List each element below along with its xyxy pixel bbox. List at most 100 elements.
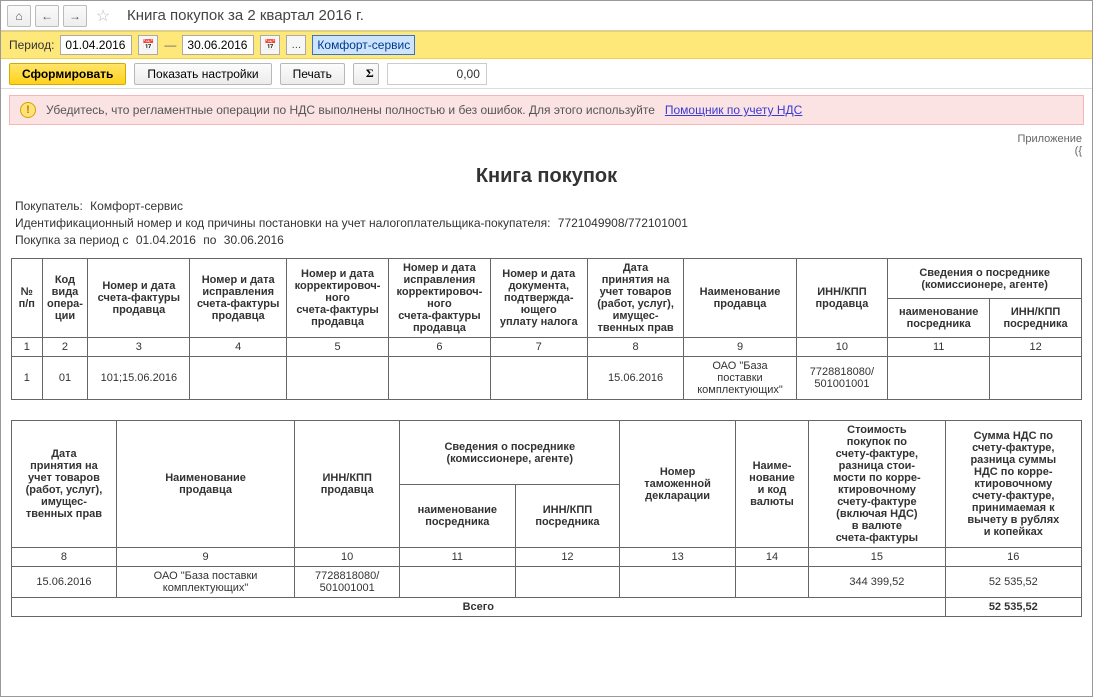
info-text: Убедитесь, что регламентные операции по … bbox=[46, 103, 655, 117]
cell: 344 399,52 bbox=[809, 567, 945, 598]
period-bar: Период: 📅 — 📅 … Комфорт-сервис bbox=[1, 31, 1092, 59]
total-value: 52 535,52 bbox=[945, 598, 1081, 617]
col-num: 9 bbox=[116, 548, 294, 567]
cell bbox=[515, 567, 620, 598]
report-title: Книга покупок bbox=[1, 157, 1092, 198]
sum-value: 0,00 bbox=[387, 63, 487, 85]
col-header: Номер таможенной декларации bbox=[620, 421, 735, 548]
period-dash: — bbox=[164, 38, 176, 52]
col-num: 11 bbox=[400, 548, 515, 567]
cell: ОАО "База поставки комплектующих" bbox=[116, 567, 294, 598]
col-header: ИНН/КПП продавца bbox=[796, 259, 888, 338]
nds-assistant-link[interactable]: Помощник по учету НДС bbox=[665, 103, 802, 117]
period-to-text: 30.06.2016 bbox=[224, 233, 284, 247]
col-header: № п/п bbox=[12, 259, 43, 338]
col-header: Сумма НДС по счету-фактуре, разница сумм… bbox=[945, 421, 1081, 548]
col-header: Номер и дата исправления корректировоч- … bbox=[388, 259, 490, 338]
col-num: 7 bbox=[490, 338, 587, 357]
period-select-button[interactable]: … bbox=[286, 35, 306, 55]
buyer-label: Покупатель: bbox=[15, 199, 83, 213]
col-num: 13 bbox=[620, 548, 735, 567]
cell: 7728818080/ 501001001 bbox=[295, 567, 400, 598]
cell: 01 bbox=[42, 357, 88, 400]
cell: 15.06.2016 bbox=[12, 567, 117, 598]
cell bbox=[287, 357, 389, 400]
topbar: ⌂ ← → ☆ Книга покупок за 2 квартал 2016 … bbox=[1, 1, 1092, 31]
inn-value: 7721049908/772101001 bbox=[558, 216, 688, 230]
table-row: 1 01 101;15.06.2016 15.06.2016 ОАО "База… bbox=[12, 357, 1082, 400]
col-header: Наименование продавца bbox=[684, 259, 796, 338]
report-table-2: Дата принятия на учет товаров (работ, ус… bbox=[11, 420, 1082, 617]
col-num: 10 bbox=[295, 548, 400, 567]
col-header: Номер и дата счета-фактуры продавца bbox=[88, 259, 190, 338]
total-row: Всего 52 535,52 bbox=[12, 598, 1082, 617]
cell bbox=[400, 567, 515, 598]
col-header: наименование посредника bbox=[400, 484, 515, 548]
col-header: ИНН/КПП продавца bbox=[295, 421, 400, 548]
back-icon[interactable]: ← bbox=[35, 5, 59, 27]
period-text-label: Покупка за период с bbox=[15, 233, 129, 247]
report-meta: Покупатель: Комфорт-сервис Идентификацио… bbox=[1, 198, 1092, 254]
print-button[interactable]: Печать bbox=[280, 63, 345, 85]
sum-button[interactable]: Σ bbox=[353, 63, 379, 85]
col-num: 8 bbox=[587, 338, 684, 357]
col-num: 12 bbox=[515, 548, 620, 567]
cell: 7728818080/ 501001001 bbox=[796, 357, 888, 400]
show-settings-button[interactable]: Показать настройки bbox=[134, 63, 271, 85]
calendar-icon[interactable]: 📅 bbox=[260, 35, 280, 55]
cell bbox=[990, 357, 1082, 400]
total-label: Всего bbox=[12, 598, 946, 617]
col-num: 16 bbox=[945, 548, 1081, 567]
col-header: Код вида опера- ции bbox=[42, 259, 88, 338]
col-header: Дата принятия на учет товаров (работ, ус… bbox=[587, 259, 684, 338]
col-num: 5 bbox=[287, 338, 389, 357]
org-input[interactable]: Комфорт-сервис bbox=[312, 35, 415, 55]
toolbar: Сформировать Показать настройки Печать Σ… bbox=[1, 59, 1092, 89]
period-from-text: 01.04.2016 bbox=[136, 233, 196, 247]
col-num: 4 bbox=[190, 338, 287, 357]
period-from-input[interactable] bbox=[60, 35, 132, 55]
col-num: 11 bbox=[888, 338, 990, 357]
cell bbox=[490, 357, 587, 400]
col-header: Стоимость покупок по счету-фактуре, разн… bbox=[809, 421, 945, 548]
home-icon[interactable]: ⌂ bbox=[7, 5, 31, 27]
warning-icon: ! bbox=[20, 102, 36, 118]
period-to-input[interactable] bbox=[182, 35, 254, 55]
table-row: 15.06.2016 ОАО "База поставки комплектую… bbox=[12, 567, 1082, 598]
period-label: Период: bbox=[9, 38, 54, 52]
col-header: ИНН/КПП посредника bbox=[515, 484, 620, 548]
col-num: 14 bbox=[735, 548, 808, 567]
col-header: Наиме- нование и код валюты bbox=[735, 421, 808, 548]
star-icon[interactable]: ☆ bbox=[91, 5, 115, 27]
col-header: Номер и дата документа, подтвержда- ющег… bbox=[490, 259, 587, 338]
cell: 52 535,52 bbox=[945, 567, 1081, 598]
forward-icon[interactable]: → bbox=[63, 5, 87, 27]
col-header: Сведения о посреднике (комиссионере, аге… bbox=[400, 421, 620, 485]
form-button[interactable]: Сформировать bbox=[9, 63, 126, 85]
col-header: Номер и дата корректировоч- ного счета-ф… bbox=[287, 259, 389, 338]
col-num: 15 bbox=[809, 548, 945, 567]
col-num: 8 bbox=[12, 548, 117, 567]
inn-label: Идентификационный номер и код причины по… bbox=[15, 216, 550, 230]
col-num: 6 bbox=[388, 338, 490, 357]
col-header: наименование посредника bbox=[888, 298, 990, 338]
cell bbox=[190, 357, 287, 400]
col-num: 2 bbox=[42, 338, 88, 357]
cell bbox=[620, 567, 735, 598]
col-header: Наименование продавца bbox=[116, 421, 294, 548]
cell: 1 bbox=[12, 357, 43, 400]
col-num: 3 bbox=[88, 338, 190, 357]
info-bar: ! Убедитесь, что регламентные операции п… bbox=[9, 95, 1084, 125]
cell bbox=[735, 567, 808, 598]
cell: 101;15.06.2016 bbox=[88, 357, 190, 400]
cell bbox=[888, 357, 990, 400]
col-num: 9 bbox=[684, 338, 796, 357]
col-num: 12 bbox=[990, 338, 1082, 357]
calendar-icon[interactable]: 📅 bbox=[138, 35, 158, 55]
col-header: Дата принятия на учет товаров (работ, ус… bbox=[12, 421, 117, 548]
cell: 15.06.2016 bbox=[587, 357, 684, 400]
col-num: 10 bbox=[796, 338, 888, 357]
col-header: ИНН/КПП посредника bbox=[990, 298, 1082, 338]
cell bbox=[388, 357, 490, 400]
report-table-1: № п/п Код вида опера- ции Номер и дата с… bbox=[11, 258, 1082, 400]
